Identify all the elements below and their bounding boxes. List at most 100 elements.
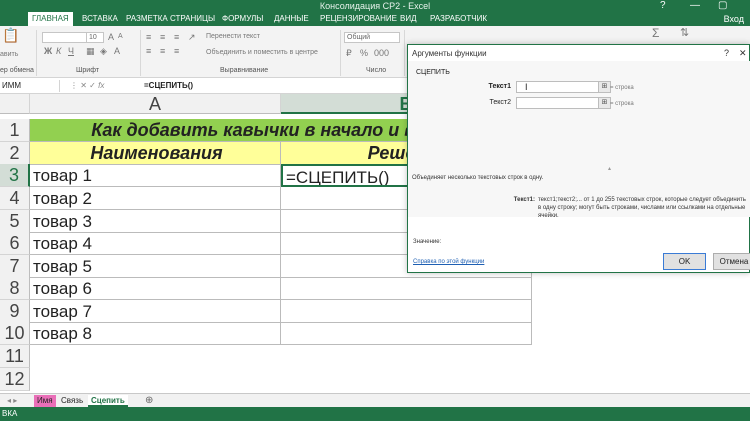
borders-icon[interactable]: ▦ <box>86 46 95 56</box>
row-header-4[interactable]: 4 <box>0 187 30 210</box>
align-center-icon[interactable]: ≡ <box>160 46 165 56</box>
tab-insert[interactable]: ВСТАВКА <box>82 12 118 26</box>
tab-home[interactable]: ГЛАВНАЯ <box>28 12 73 26</box>
row-header-8[interactable]: 8 <box>0 277 30 300</box>
item-cell[interactable]: товар 2 <box>30 187 281 210</box>
alignment-group-label: Выравнивание <box>220 67 269 74</box>
font-size-box[interactable]: 10 <box>86 32 104 43</box>
paste-icon[interactable]: 📋 <box>2 28 19 42</box>
insert-function-icon[interactable]: fx <box>98 81 104 90</box>
arg2-result: = строка <box>610 101 634 107</box>
arguments-group: СЦЕПИТЬ Текст1 I ⊞ = строка Текст2 ⊞ = с… <box>408 61 750 219</box>
currency-icon[interactable]: ₽ <box>346 48 352 58</box>
row-header-11[interactable]: 11 <box>0 345 30 368</box>
underline-icon[interactable]: Ч <box>68 46 74 56</box>
help-button[interactable]: ? <box>660 0 666 12</box>
item-cell[interactable]: товар 4 <box>30 232 281 255</box>
name-box[interactable]: ИММ <box>0 80 60 92</box>
row-header-5[interactable]: 5 <box>0 210 30 233</box>
percent-icon[interactable]: % <box>360 48 368 58</box>
font-color-icon[interactable]: A <box>114 46 120 56</box>
comma-style-icon[interactable]: 000 <box>374 48 389 58</box>
sheet-scroll-icon[interactable]: ◂ ▸ <box>4 395 20 407</box>
ok-button[interactable]: OK <box>663 253 706 270</box>
row-header-9[interactable]: 9 <box>0 300 30 323</box>
formula-bar-buttons: ⋮ ✕ ✓ fx <box>70 80 104 92</box>
sort-filter-icon[interactable]: ⇅ <box>680 28 689 39</box>
clipboard-group-label: ер обмена <box>0 67 34 74</box>
number-format-box[interactable]: Общий <box>344 32 400 43</box>
enter-icon[interactable]: ✓ <box>89 81 98 90</box>
dialog-help-button[interactable]: ? <box>724 48 729 58</box>
item-cell[interactable]: товар 6 <box>30 277 281 300</box>
sign-in-link[interactable]: Вход <box>724 12 744 26</box>
item-cell[interactable]: товар 1 <box>30 164 281 187</box>
empty-cell[interactable] <box>281 277 532 300</box>
align-top-icon[interactable]: ≡ <box>146 32 151 42</box>
increase-font-icon[interactable]: A <box>108 32 114 42</box>
row-header-7[interactable]: 7 <box>0 255 30 278</box>
row-header-2[interactable]: 2 <box>0 142 30 165</box>
text-cursor-icon: I <box>525 82 528 92</box>
italic-icon[interactable]: К <box>56 46 61 56</box>
cancel-icon[interactable]: ✕ <box>80 81 89 90</box>
arg1-input[interactable]: I <box>516 81 600 93</box>
sheet-tab-scepit[interactable]: Сцепить <box>88 395 128 407</box>
tab-review[interactable]: РЕЦЕНЗИРОВАНИЕ <box>320 12 397 26</box>
align-middle-icon[interactable]: ≡ <box>160 32 165 42</box>
row-header-1[interactable]: 1 <box>0 119 30 142</box>
add-sheet-icon[interactable]: ⊕ <box>142 395 156 407</box>
select-all-corner[interactable] <box>0 94 30 114</box>
fill-color-icon[interactable]: ◈ <box>100 46 107 56</box>
sheet-tab-svyaz[interactable]: Связь <box>58 395 86 407</box>
tab-page-layout[interactable]: РАЗМЕТКА СТРАНИЦЫ <box>126 12 215 26</box>
value-label: Значение: <box>413 239 442 245</box>
restore-button[interactable]: ▢ <box>718 0 727 12</box>
item-cell[interactable]: товар 8 <box>30 322 281 345</box>
align-bottom-icon[interactable]: ≡ <box>174 32 179 42</box>
row-header-10[interactable]: 10 <box>0 322 30 345</box>
sheet-tab-imya[interactable]: Имя <box>34 395 56 407</box>
item-cell[interactable]: товар 3 <box>30 210 281 233</box>
status-bar: ВКА <box>0 407 750 421</box>
tab-data[interactable]: ДАННЫЕ <box>274 12 309 26</box>
tab-view[interactable]: ВИД <box>400 12 417 26</box>
empty-cell[interactable] <box>281 300 532 323</box>
arg1-label: Текст1 <box>488 83 511 90</box>
orientation-icon[interactable]: ↗ <box>188 32 196 42</box>
item-cell[interactable]: товар 7 <box>30 300 281 323</box>
bold-icon[interactable]: Ж <box>44 46 52 56</box>
formula-input[interactable]: =СЦЕПИТЬ() <box>144 80 193 92</box>
tab-developer[interactable]: РАЗРАБОТЧИК <box>430 12 487 26</box>
item-cell[interactable]: товар 5 <box>30 255 281 278</box>
arg1-result: = строка <box>610 85 634 91</box>
minimize-button[interactable]: — <box>690 0 700 12</box>
dialog-close-icon[interactable]: ✕ <box>739 48 747 59</box>
ribbon-tabs: ГЛАВНАЯ ВСТАВКА РАЗМЕТКА СТРАНИЦЫ ФОРМУЛ… <box>0 12 750 26</box>
font-group-label: Шрифт <box>76 67 100 74</box>
header-cell-a[interactable]: Наименования <box>30 142 281 165</box>
function-description: Объединяет несколько текстовых строк в о… <box>412 175 544 181</box>
column-header-a[interactable]: A <box>30 94 281 114</box>
arg-help-label: Текст1: <box>513 197 535 203</box>
align-left-icon[interactable]: ≡ <box>146 46 151 56</box>
ribbon-separator <box>140 30 141 76</box>
paste-label[interactable]: авить <box>0 50 18 60</box>
ribbon-separator <box>36 30 37 76</box>
ribbon-separator <box>404 30 405 76</box>
row-header-6[interactable]: 6 <box>0 232 30 255</box>
row-header-3[interactable]: 3 <box>0 164 30 187</box>
align-right-icon[interactable]: ≡ <box>174 46 179 56</box>
title-bar: Консолидация СР2 - Excel ? — ▢ <box>0 0 750 12</box>
help-on-function-link[interactable]: Справка по этой функции <box>413 259 484 265</box>
row-header-12[interactable]: 12 <box>0 368 30 391</box>
dropdown-icon[interactable]: ⋮ <box>70 81 80 90</box>
wrap-text-button[interactable]: Перенести текст <box>206 32 260 42</box>
decrease-font-icon[interactable]: A <box>118 32 123 42</box>
cancel-button[interactable]: Отмена <box>713 253 750 270</box>
autosum-icon[interactable]: Σ <box>652 27 659 39</box>
tab-formulas[interactable]: ФОРМУЛЫ <box>222 12 263 26</box>
merge-center-button[interactable]: Объединить и поместить в центре <box>206 48 318 58</box>
arg2-input[interactable] <box>516 97 600 109</box>
empty-cell[interactable] <box>281 322 532 345</box>
